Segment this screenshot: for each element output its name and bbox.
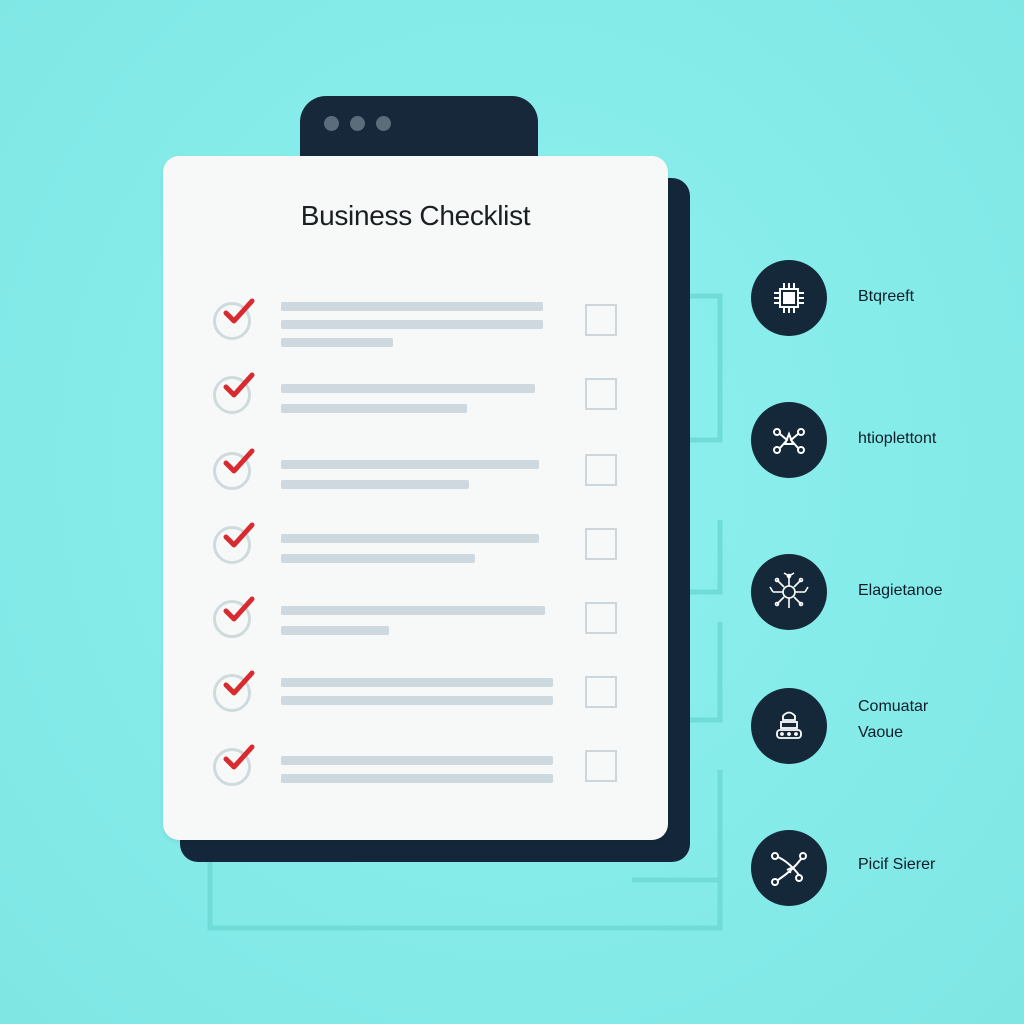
item-checkbox[interactable] [585, 304, 617, 336]
item-text-line [281, 554, 475, 563]
item-checkbox[interactable] [585, 454, 617, 486]
item-text-line [281, 404, 467, 413]
item-text-line [281, 626, 389, 635]
checkmark-icon [213, 448, 255, 490]
feature-label: Elagietanoe [858, 582, 943, 599]
clip-dot [350, 116, 365, 131]
item-checkbox[interactable] [585, 378, 617, 410]
checklist-item[interactable] [163, 522, 668, 586]
checkmark-icon [213, 596, 255, 638]
feature-label-line2: Vaoue [858, 724, 904, 741]
path-arrows-icon[interactable] [751, 830, 827, 906]
item-text-line [281, 678, 553, 687]
item-checkbox[interactable] [585, 750, 617, 782]
clip-dot [324, 116, 339, 131]
server-stack-icon[interactable] [751, 688, 827, 764]
checkmark-icon [213, 372, 255, 414]
item-text-line [281, 460, 539, 469]
item-text-line [281, 338, 393, 347]
item-text-line [281, 384, 535, 393]
feature-label: Btqreeft [858, 288, 915, 305]
checklist-item[interactable] [163, 372, 668, 436]
neural-tree-icon[interactable] [751, 554, 827, 630]
item-checkbox[interactable] [585, 602, 617, 634]
checkmark-icon [213, 670, 255, 712]
checklist-item[interactable] [163, 744, 668, 808]
checklist-item[interactable] [163, 298, 668, 362]
network-nodes-icon[interactable] [751, 402, 827, 478]
item-text-line [281, 756, 553, 765]
checklist-item[interactable] [163, 670, 668, 734]
item-text-line [281, 696, 553, 705]
checklist-item[interactable] [163, 596, 668, 660]
checkmark-icon [213, 744, 255, 786]
checklist-title: Business Checklist [300, 200, 531, 231]
checkmark-icon [213, 522, 255, 564]
feature-label: Picif Sierer [858, 856, 936, 873]
feature-label: htioplettont [858, 430, 937, 447]
checklist-item[interactable] [163, 448, 668, 512]
item-text-line [281, 534, 539, 543]
item-text-line [281, 606, 545, 615]
item-text-line [281, 774, 553, 783]
item-checkbox[interactable] [585, 676, 617, 708]
item-text-line [281, 320, 543, 329]
item-text-line [281, 480, 469, 489]
clip-dot [376, 116, 391, 131]
item-text-line [281, 302, 543, 311]
checkmark-icon [213, 298, 255, 340]
chip-icon[interactable] [751, 260, 827, 336]
item-checkbox[interactable] [585, 528, 617, 560]
feature-label-line1: Comuatar [858, 698, 929, 715]
